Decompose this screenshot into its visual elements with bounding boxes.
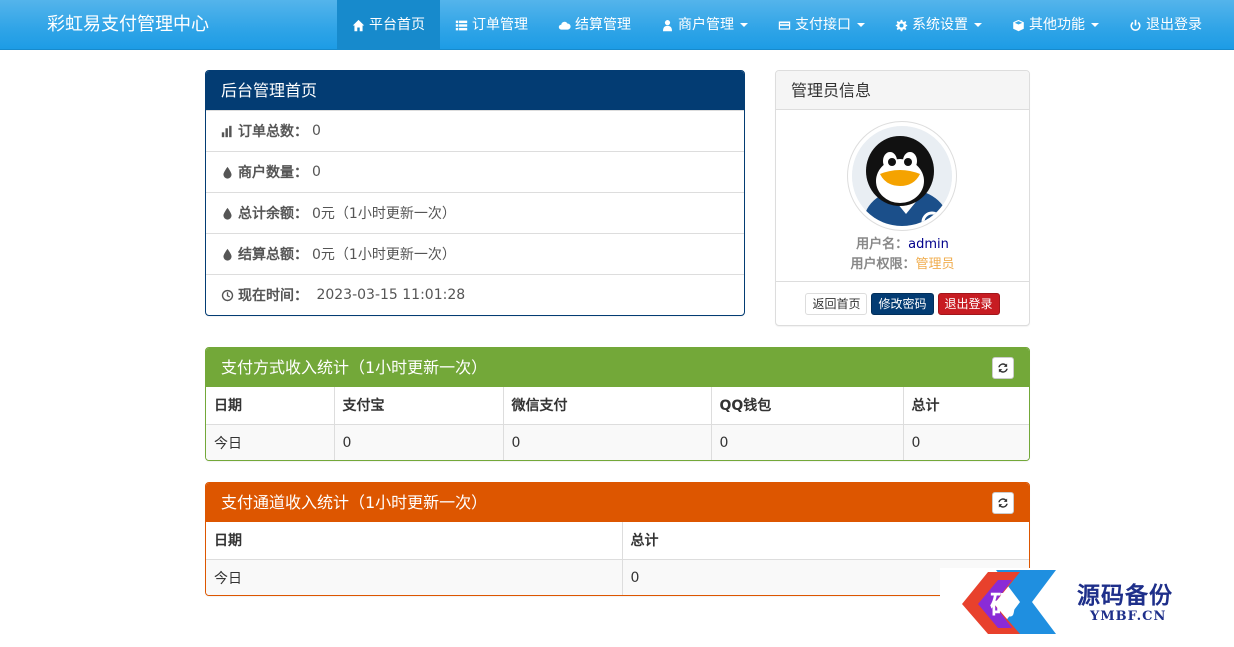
nav-item-label: 商户管理 (678, 17, 734, 33)
caret-down-icon (857, 23, 865, 27)
stat-label: 总计余额： (238, 206, 308, 222)
logout-button[interactable]: 退出登录 (937, 293, 1000, 315)
tint-icon (223, 207, 232, 220)
credit-card-icon (778, 20, 791, 30)
nav-item-label: 平台首页 (369, 17, 425, 33)
table-header: 日期 (206, 387, 335, 425)
table-row: 今日 0 0 0 0 (206, 423, 1029, 460)
table-header: 总计 (902, 387, 1029, 425)
brand-title[interactable]: 彩虹易支付管理中心 (47, 0, 209, 50)
nav-item-merchants[interactable]: 商户管理 (646, 0, 763, 50)
username-line: 用户名：admin (776, 233, 1029, 252)
user-icon (663, 19, 672, 31)
table-header: 日期 (206, 522, 623, 560)
nav-item-label: 退出登录 (1146, 17, 1202, 33)
username-value: admin (908, 237, 949, 252)
list-icon (455, 20, 468, 30)
back-home-button[interactable]: 返回首页 (805, 293, 868, 315)
stat-label: 结算总额： (238, 247, 308, 263)
nav-item-home[interactable]: 平台首页 (337, 0, 440, 50)
nav-item-label: 其他功能 (1029, 17, 1085, 33)
list-item: 总计余额： 0元（1小时更新一次） (206, 192, 744, 233)
table-header: 总计 (621, 522, 1029, 560)
table-header: 支付宝 (333, 387, 504, 425)
watermark-logo: 码 源码备份 YMBF.CN (940, 568, 1234, 638)
tint-icon (223, 166, 232, 179)
caret-down-icon (740, 23, 748, 27)
table-header: QQ钱包 (710, 387, 904, 425)
cube-icon (1013, 19, 1024, 31)
channel-table: 日期 总计 今日 0 (206, 522, 1029, 595)
nav-item-orders[interactable]: 订单管理 (440, 0, 543, 50)
logo-icon: 码 (962, 570, 1056, 634)
table-cell: 0 (502, 423, 712, 460)
bar-chart-icon (221, 125, 232, 137)
pay-method-stats-title: 支付方式收入统计（1小时更新一次） (206, 348, 1029, 387)
change-password-button[interactable]: 修改密码 (871, 293, 934, 315)
nav-item-settings[interactable]: 系统设置 (880, 0, 997, 50)
home-panel: 后台管理首页 订单总数： 0 商户数量： 0 总计余额： 0元（1小时更新一次）… (205, 70, 745, 316)
refresh-button[interactable] (992, 357, 1014, 379)
nav-item-logout[interactable]: 退出登录 (1114, 0, 1217, 50)
table-cell: 0 (710, 423, 904, 460)
admin-panel-title: 管理员信息 (776, 71, 1029, 110)
list-item: 结算总额： 0元（1小时更新一次） (206, 233, 744, 274)
table-row: 今日 0 (206, 558, 1029, 595)
channel-stats-panel: 支付通道收入统计（1小时更新一次） 日期 总计 今日 0 (205, 482, 1030, 596)
panel-title-text: 支付方式收入统计（1小时更新一次） (221, 358, 488, 377)
table-header: 微信支付 (502, 387, 712, 425)
pay-method-stats-panel: 支付方式收入统计（1小时更新一次） 日期 支付宝 微信支付 QQ钱包 总计 今日… (205, 347, 1030, 461)
watermark-title: 源码备份 (1077, 582, 1173, 609)
table-cell: 今日 (206, 423, 335, 460)
channel-stats-title: 支付通道收入统计（1小时更新一次） (206, 483, 1029, 522)
gear-icon (895, 19, 908, 31)
caret-down-icon (1091, 23, 1099, 27)
username-label: 用户名： (856, 237, 909, 252)
home-icon (352, 19, 365, 31)
refresh-icon (998, 363, 1008, 373)
role-label: 用户权限： (850, 257, 916, 272)
refresh-button[interactable] (992, 492, 1014, 514)
nav-item-other[interactable]: 其他功能 (997, 0, 1114, 50)
admin-info-panel: 管理员信息 用户名：admin 用户权限：管理员 返回首页 修改密码 退出登录 (775, 70, 1030, 326)
nav-item-label: 支付接口 (795, 17, 851, 33)
stat-value: 0元（1小时更新一次） (312, 206, 456, 222)
admin-actions: 返回首页 修改密码 退出登录 (776, 281, 1029, 325)
avatar (847, 121, 957, 231)
table-cell: 0 (902, 423, 1029, 460)
nav-item-pay-api[interactable]: 支付接口 (763, 0, 880, 50)
cloud-icon (558, 21, 571, 30)
list-item: 订单总数： 0 (206, 110, 744, 151)
nav-item-label: 结算管理 (575, 17, 631, 33)
nav-item-label: 系统设置 (912, 17, 968, 33)
top-navbar: 彩虹易支付管理中心 平台首页 订单管理 结算管理 商户管理 支付接口 系统设置 (0, 0, 1234, 50)
role-line: 用户权限：管理员 (776, 253, 1029, 272)
home-panel-title: 后台管理首页 (206, 71, 744, 110)
stat-value: 0元（1小时更新一次） (312, 247, 456, 263)
main-nav: 平台首页 订单管理 结算管理 商户管理 支付接口 系统设置 其他功能 退出登录 (337, 0, 1217, 50)
refresh-icon (998, 498, 1008, 508)
tint-icon (223, 248, 232, 261)
stat-label: 现在时间： (238, 288, 308, 304)
svg-text:码: 码 (990, 591, 1016, 621)
stat-label: 商户数量： (238, 165, 308, 181)
role-value: 管理员 (915, 257, 955, 272)
table-cell: 0 (333, 423, 504, 460)
penguin-avatar-icon (852, 126, 952, 226)
stat-value: 0 (312, 123, 321, 139)
clock-icon (221, 289, 234, 301)
stat-label: 订单总数： (238, 124, 308, 140)
nav-item-label: 订单管理 (472, 17, 528, 33)
current-time: 2023-03-15 11:01:28 (312, 287, 466, 303)
nav-item-settlement[interactable]: 结算管理 (543, 0, 646, 50)
caret-down-icon (974, 23, 982, 27)
panel-title-text: 支付通道收入统计（1小时更新一次） (221, 493, 488, 512)
table-cell: 今日 (206, 558, 623, 595)
pay-method-table: 日期 支付宝 微信支付 QQ钱包 总计 今日 0 0 0 0 (206, 387, 1029, 460)
watermark-sub: YMBF.CN (1090, 609, 1167, 624)
stat-value: 0 (312, 164, 321, 180)
power-icon (1130, 19, 1141, 31)
list-item: 商户数量： 0 (206, 151, 744, 192)
list-item: 现在时间： 2023-03-15 11:01:28 (206, 274, 744, 315)
